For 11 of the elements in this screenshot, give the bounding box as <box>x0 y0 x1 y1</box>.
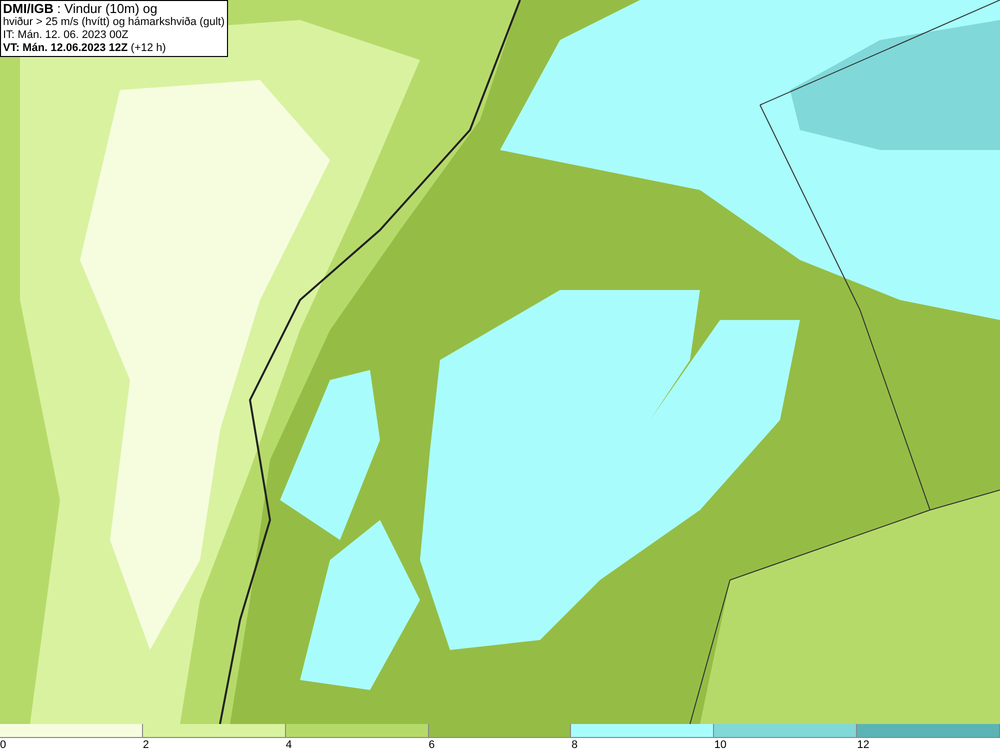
title-line: hviður > 25 m/s (hvítt) og hámarkshviða (gult) <box>3 16 225 29</box>
legend-tick-label: 2 <box>142 738 149 753</box>
legend-tick-label: 0 <box>0 738 6 753</box>
legend-tick-label: 8 <box>571 738 578 753</box>
legend-tick-label: 6 <box>428 738 435 753</box>
title-line: DMI/IGB : Vindur (10m) og <box>3 2 158 16</box>
legend-tick-label: 10 <box>714 738 727 753</box>
title-line: IT: Mán. 12. 06. 2023 00Z <box>3 29 130 42</box>
title-line: VT: Mán. 12.06.2023 12Z (+12 h) <box>3 42 167 55</box>
legend-tick-label: 4 <box>286 738 292 753</box>
legend-tick-label: 12 <box>857 738 870 753</box>
